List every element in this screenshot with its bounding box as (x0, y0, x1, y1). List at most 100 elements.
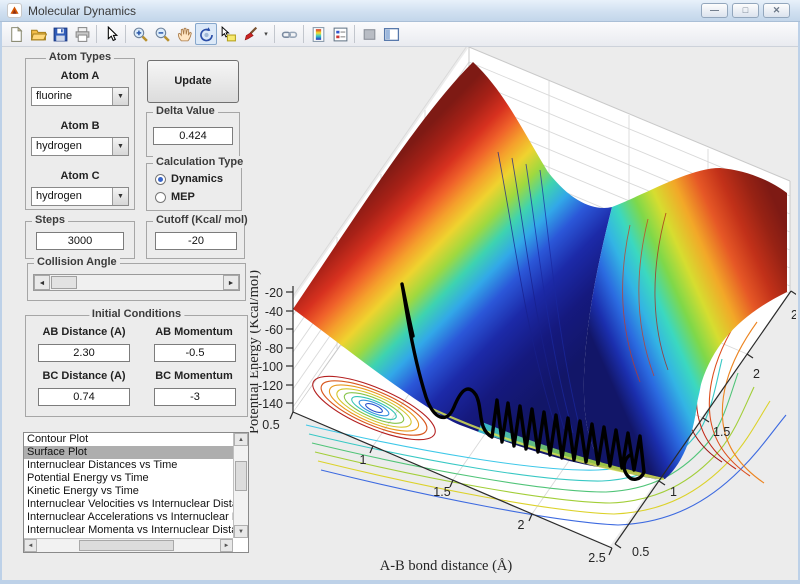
svg-text:2: 2 (753, 367, 760, 381)
svg-text:-80: -80 (265, 342, 283, 356)
zoom-out-button[interactable] (151, 23, 173, 45)
surface-plot-axes[interactable]: -20 -40 -60 -80 -100 -120 -140 0.5 1 1.5… (250, 47, 796, 580)
print-figure-button[interactable] (71, 23, 93, 45)
save-floppy-icon (52, 26, 69, 43)
vertical-scrollbar[interactable]: ▲ ▼ (233, 433, 248, 538)
list-item[interactable]: Internuclear Accelerations vs Internucle… (24, 511, 233, 524)
maximize-button[interactable]: □ (732, 3, 759, 18)
cutoff-legend: Cutoff (Kcal/ mol) (153, 214, 251, 226)
save-figure-button[interactable] (49, 23, 71, 45)
open-file-button[interactable] (27, 23, 49, 45)
insert-legend-button[interactable] (329, 23, 351, 45)
collision-angle-panel: Collision Angle ◄ ► (27, 263, 246, 301)
data-cursor-button[interactable] (217, 23, 239, 45)
show-plot-tools-dock-icon (383, 26, 400, 43)
ab-distance-field[interactable]: 2.30 (38, 344, 130, 362)
dynamics-radio[interactable] (155, 174, 166, 185)
list-item[interactable]: Potential Energy vs Time (24, 472, 233, 485)
atom-types-panel: Atom Types Atom A fluorine ▼ Atom B hydr… (25, 58, 135, 210)
vertical-scroll-thumb[interactable] (235, 461, 247, 491)
atom-c-select[interactable]: hydrogen ▼ (31, 187, 129, 206)
window-title: Molecular Dynamics (28, 4, 136, 18)
slider-thumb[interactable] (51, 276, 77, 289)
list-item[interactable]: Kinetic Energy vs Time (24, 485, 233, 498)
close-button[interactable]: ✕ (763, 3, 790, 18)
svg-text:2.5: 2.5 (791, 308, 796, 322)
combo-arrow-icon[interactable]: ▼ (112, 188, 128, 205)
update-button[interactable]: Update (147, 60, 239, 103)
svg-text:1.5: 1.5 (713, 425, 730, 439)
horizontal-scroll-thumb[interactable] (79, 540, 174, 551)
pan-button[interactable] (173, 23, 195, 45)
calculation-type-panel: Calculation Type Dynamics MEP (146, 163, 242, 211)
dynamics-radio-row[interactable]: Dynamics (155, 173, 223, 185)
toolbar-separator (303, 25, 304, 43)
list-item[interactable]: Internuclear Distances vs Time (24, 459, 233, 472)
slider-right-arrow[interactable]: ► (223, 275, 239, 290)
bc-distance-label: BC Distance (A) (32, 370, 136, 382)
app-window: Molecular Dynamics — □ ✕ (0, 0, 800, 584)
chain-link-icon (281, 26, 298, 43)
svg-text:-40: -40 (265, 305, 283, 319)
hide-plot-tools-button[interactable] (358, 23, 380, 45)
legend-icon (332, 26, 349, 43)
horizontal-scrollbar[interactable]: ◄ ► (24, 538, 233, 552)
combo-arrow-icon[interactable]: ▼ (112, 88, 128, 105)
brush-data-button[interactable] (239, 23, 261, 45)
list-item[interactable]: Internuclear Momenta vs Internuclear Dis… (24, 524, 233, 537)
svg-text:0.5: 0.5 (632, 545, 649, 559)
initial-conditions-panel: Initial Conditions AB Distance (A) AB Mo… (25, 315, 248, 417)
bc-momentum-field[interactable]: -3 (154, 388, 236, 406)
rotate-3d-button[interactable] (195, 23, 217, 45)
slider-left-arrow[interactable]: ◄ (34, 275, 50, 290)
printer-icon (74, 26, 91, 43)
figure-client-area: Atom Types Atom A fluorine ▼ Atom B hydr… (2, 47, 798, 580)
steps-field[interactable]: 3000 (36, 232, 124, 250)
delta-value-field[interactable]: 0.424 (153, 127, 233, 145)
initial-conditions-legend: Initial Conditions (89, 308, 184, 320)
scroll-right-icon[interactable]: ► (220, 539, 233, 552)
ab-momentum-field[interactable]: -0.5 (154, 344, 236, 362)
mep-radio-row[interactable]: MEP (155, 191, 195, 203)
scroll-up-icon[interactable]: ▲ (234, 433, 248, 446)
calculation-type-legend: Calculation Type (153, 156, 246, 168)
edit-plot-button[interactable] (100, 23, 122, 45)
collision-angle-slider[interactable]: ◄ ► (33, 274, 240, 291)
list-item-selected[interactable]: Surface Plot (24, 446, 233, 459)
link-plot-button[interactable] (278, 23, 300, 45)
z-axis-label: Potential Energy (Kcal/mol) (250, 270, 262, 434)
toolbar-separator (274, 25, 275, 43)
atom-b-select[interactable]: hydrogen ▼ (31, 137, 129, 156)
brush-dropdown-arrow[interactable]: ▾ (261, 30, 271, 38)
svg-text:1: 1 (360, 453, 367, 467)
hide-plot-tools-icon (361, 26, 378, 43)
bc-distance-field[interactable]: 0.74 (38, 388, 130, 406)
cutoff-field[interactable]: -20 (155, 232, 237, 250)
steps-panel: Steps 3000 (25, 221, 135, 259)
open-folder-icon (30, 26, 47, 43)
toolbar-separator (125, 25, 126, 43)
combo-arrow-icon[interactable]: ▼ (112, 138, 128, 155)
data-cursor-icon (220, 26, 237, 43)
ab-momentum-label: AB Momentum (146, 326, 242, 338)
cutoff-panel: Cutoff (Kcal/ mol) -20 (146, 221, 245, 259)
atom-a-label: Atom A (26, 70, 134, 82)
show-plot-tools-button[interactable] (380, 23, 402, 45)
svg-text:2: 2 (518, 518, 525, 532)
zoom-in-button[interactable] (129, 23, 151, 45)
zoom-in-icon (132, 26, 149, 43)
plot-type-listbox[interactable]: Contour Plot Surface Plot Internuclear D… (23, 432, 249, 553)
scroll-down-icon[interactable]: ▼ (234, 525, 248, 538)
atom-a-select[interactable]: fluorine ▼ (31, 87, 129, 106)
minimize-button[interactable]: — (701, 3, 728, 18)
insert-colorbar-button[interactable] (307, 23, 329, 45)
list-item[interactable]: Contour Plot (24, 433, 233, 446)
hand-icon (176, 26, 193, 43)
title-bar[interactable]: Molecular Dynamics — □ ✕ (0, 0, 800, 22)
new-figure-button[interactable] (5, 23, 27, 45)
mep-radio[interactable] (155, 192, 166, 203)
zoom-out-icon (154, 26, 171, 43)
scroll-left-icon[interactable]: ◄ (24, 539, 37, 552)
list-item[interactable]: Internuclear Velocities vs Internuclear … (24, 498, 233, 511)
atom-b-label: Atom B (26, 120, 134, 132)
